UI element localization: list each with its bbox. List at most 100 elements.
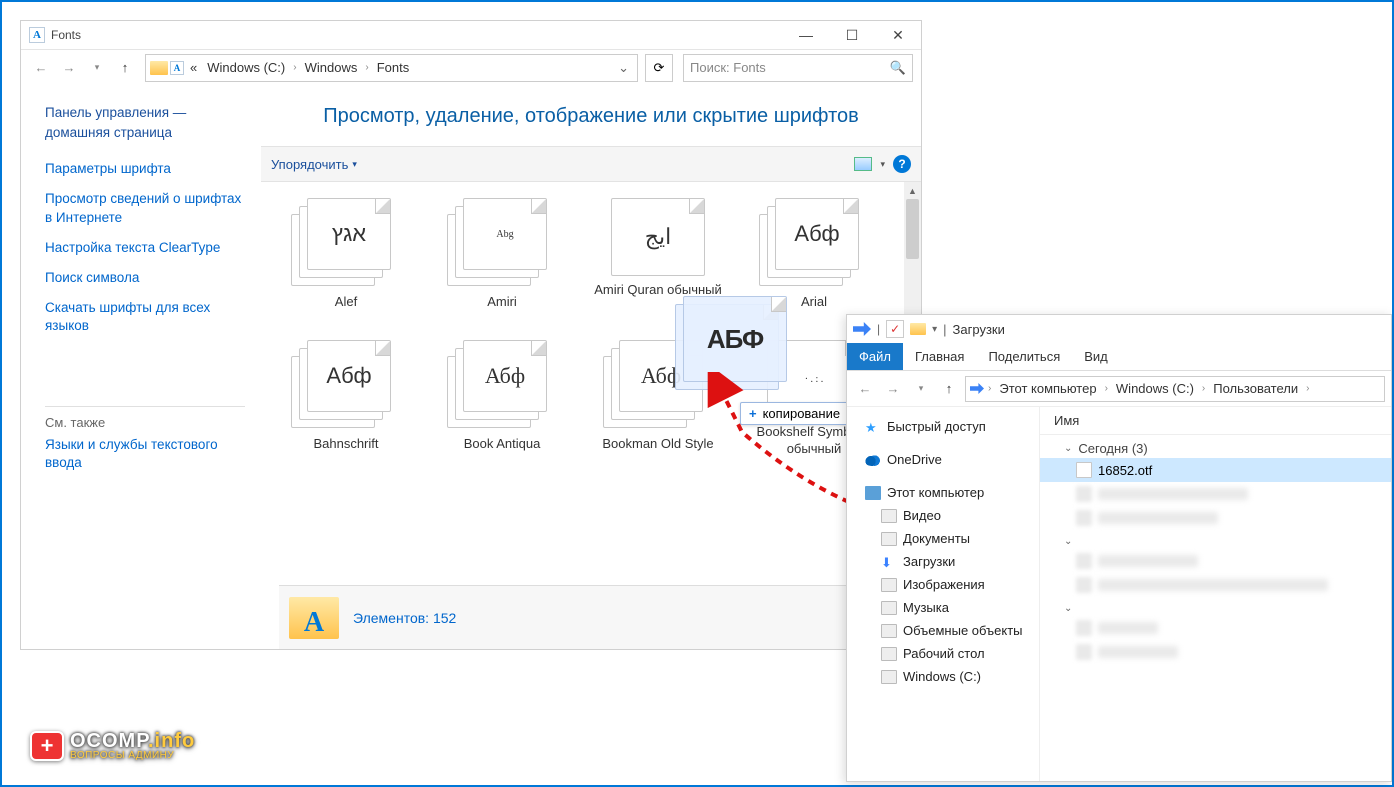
file-row[interactable] — [1040, 482, 1391, 506]
back-button[interactable]: ← — [853, 377, 877, 401]
font-item[interactable]: ايجAmiri Quran обычный — [583, 198, 733, 310]
font-item[interactable]: אגץ Alef — [271, 198, 421, 310]
scroll-up-arrow[interactable]: ▲ — [904, 182, 921, 199]
help-icon[interactable]: ? — [893, 155, 911, 173]
ribbon-tab-home[interactable]: Главная — [903, 343, 976, 370]
font-preview-stack: Абф — [447, 340, 557, 430]
copy-tooltip-label: копирование — [763, 406, 841, 421]
blurred-filename — [1098, 512, 1218, 524]
dl-crumb-2[interactable]: Пользователи — [1209, 379, 1302, 398]
crumb-2[interactable]: Fonts — [373, 58, 414, 77]
tree-desktop[interactable]: Рабочий стол — [851, 642, 1035, 665]
file-row-selected[interactable]: 16852.otf — [1040, 458, 1391, 482]
status-bar: A Элементов: 152 — [279, 585, 921, 649]
column-header-name[interactable]: Имя — [1040, 407, 1391, 435]
recent-dropdown[interactable]: ▾ — [85, 56, 109, 80]
blurred-filename — [1098, 646, 1178, 658]
forward-button[interactable]: → — [57, 56, 81, 80]
chevron-icon: › — [291, 62, 298, 73]
tree-quick-access[interactable]: ★Быстрый доступ — [851, 415, 1035, 438]
maximize-button[interactable]: ☐ — [829, 21, 875, 49]
file-row[interactable] — [1040, 506, 1391, 530]
dl-crumb-0[interactable]: Этот компьютер — [995, 379, 1100, 398]
ribbon-tab-share[interactable]: Поделиться — [976, 343, 1072, 370]
copy-tooltip: + копирование — [740, 402, 849, 425]
blurred-filename — [1098, 488, 1248, 500]
minimize-button[interactable]: — — [783, 21, 829, 49]
left-sidebar: Панель управления — домашняя страница Па… — [21, 85, 261, 649]
address-dropdown[interactable]: ⌄ — [614, 60, 633, 76]
font-label: Amiri — [487, 294, 517, 310]
tree-documents[interactable]: Документы — [851, 527, 1035, 550]
crumb-1[interactable]: Windows — [301, 58, 362, 77]
dl-window-title: Загрузки — [953, 322, 1005, 337]
crumb-0[interactable]: Windows (C:) — [203, 58, 289, 77]
tree-3d-objects[interactable]: Объемные объекты — [851, 619, 1035, 642]
view-options-icon[interactable] — [854, 157, 872, 171]
search-input[interactable]: Поиск: Fonts 🔍 — [683, 54, 913, 82]
search-icon: 🔍 — [890, 60, 906, 76]
tree-disk-c[interactable]: Windows (C:) — [851, 665, 1035, 688]
recent-dropdown[interactable]: ▾ — [909, 377, 933, 401]
blurred-filename — [1098, 579, 1328, 591]
tree-this-pc[interactable]: Этот компьютер — [851, 481, 1035, 504]
file-row[interactable] — [1040, 573, 1391, 597]
sheet-front: Abg — [463, 198, 547, 270]
qa-dropdown-icon[interactable]: ▾ — [932, 324, 937, 335]
blurred-icon — [1076, 510, 1092, 526]
ribbon-tab-view[interactable]: Вид — [1072, 343, 1120, 370]
sidebar-link-0[interactable]: Параметры шрифта — [45, 160, 245, 178]
up-button[interactable]: ↑ — [937, 377, 961, 401]
item-count: Элементов: 152 — [353, 610, 456, 626]
font-item[interactable]: Абф Arial — [739, 198, 889, 310]
sidebar-link-2[interactable]: Настройка текста ClearType — [45, 239, 245, 257]
file-row[interactable] — [1040, 640, 1391, 664]
close-button[interactable]: ✕ — [875, 21, 921, 49]
window-title: Fonts — [51, 28, 81, 42]
tree-videos[interactable]: Видео — [851, 504, 1035, 527]
watermark-plus-icon: + — [30, 731, 64, 761]
chevron-down-icon[interactable]: ▾ — [880, 159, 885, 170]
outer-frame: A Fonts — ☐ ✕ ← → ▾ ↑ A « Windows (C:) ›… — [0, 0, 1394, 787]
group-blurred[interactable]: ⌄ — [1040, 530, 1391, 549]
sidebar-separator — [45, 406, 245, 407]
file-row[interactable] — [1040, 616, 1391, 640]
sidebar-link-4[interactable]: Скачать шрифты для всех языков — [45, 299, 245, 335]
qa-checkbox-icon[interactable]: ✓ — [886, 320, 904, 338]
chevron-down-icon: ⌄ — [1064, 536, 1072, 547]
file-name: 16852.otf — [1098, 463, 1152, 478]
tree-pictures[interactable]: Изображения — [851, 573, 1035, 596]
dl-address-bar[interactable]: › Этот компьютер › Windows (C:) › Пользо… — [965, 376, 1385, 402]
font-preview-stack: Абф — [759, 198, 869, 288]
group-today[interactable]: ⌄Сегодня (3) — [1040, 435, 1391, 458]
font-sample: Абф — [794, 221, 839, 247]
back-button[interactable]: ← — [29, 56, 53, 80]
font-item[interactable]: Абф Bahnschrift — [271, 340, 421, 457]
scroll-thumb[interactable] — [906, 199, 919, 259]
up-button[interactable]: ↑ — [113, 56, 137, 80]
font-preview-stack: Abg — [447, 198, 557, 288]
tree-music[interactable]: Музыка — [851, 596, 1035, 619]
file-row[interactable] — [1040, 549, 1391, 573]
nav-toolbar: ← → ▾ ↑ A « Windows (C:) › Windows › Fon… — [21, 49, 921, 85]
pc-icon — [865, 486, 881, 500]
tree-onedrive[interactable]: OneDrive — [851, 448, 1035, 471]
group-blurred[interactable]: ⌄ — [1040, 597, 1391, 616]
font-item[interactable]: Abg Amiri — [427, 198, 577, 310]
breadcrumb-sep: « — [186, 58, 201, 77]
control-panel-home-link[interactable]: Панель управления — домашняя страница — [45, 103, 245, 142]
refresh-button[interactable]: ⟳ — [645, 54, 673, 82]
address-bar[interactable]: A « Windows (C:) › Windows › Fonts ⌄ — [145, 54, 638, 82]
font-item[interactable]: Абф Book Antiqua — [427, 340, 577, 457]
sidebar-link-1[interactable]: Просмотр сведений о шрифтах в Интернете — [45, 190, 245, 226]
forward-button[interactable]: → — [881, 377, 905, 401]
drag-sample-text: АБФ — [707, 324, 763, 355]
tree-downloads[interactable]: ⬇Загрузки — [851, 550, 1035, 573]
dl-crumb-1[interactable]: Windows (C:) — [1112, 379, 1198, 398]
organize-button[interactable]: Упорядочить ▾ — [271, 157, 357, 172]
ribbon-tab-file[interactable]: Файл — [847, 343, 903, 370]
see-also-link[interactable]: Языки и службы текстового ввода — [45, 436, 245, 472]
sidebar-link-3[interactable]: Поиск символа — [45, 269, 245, 287]
chevron-down-icon: ⌄ — [1064, 443, 1072, 454]
see-also-heading: См. также — [45, 415, 245, 430]
